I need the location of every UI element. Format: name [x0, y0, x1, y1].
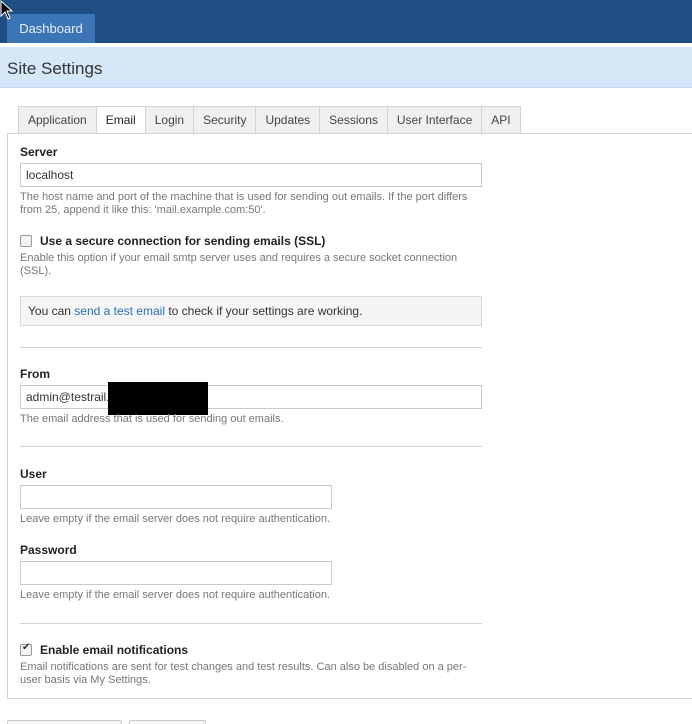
tab-email[interactable]: Email [96, 106, 146, 134]
server-help: The host name and port of the machine th… [20, 191, 468, 216]
redaction-box [108, 382, 208, 415]
page-title: Site Settings [7, 59, 103, 78]
mouse-cursor-icon [0, 0, 14, 20]
tab-user-interface[interactable]: User Interface [387, 106, 483, 134]
page-header: Site Settings [0, 47, 692, 88]
user-label: User [20, 467, 47, 481]
user-help: Leave empty if the email server does not… [20, 513, 331, 525]
password-label: Password [20, 543, 77, 557]
tab-application[interactable]: Application [18, 106, 97, 134]
server-label: Server [20, 145, 58, 159]
topbar-divider [0, 43, 692, 45]
cancel-button[interactable] [129, 720, 206, 724]
top-navigation-bar [0, 0, 692, 43]
notice-suffix: to check if your settings are working. [164, 304, 363, 318]
divider [20, 347, 482, 348]
password-help: Leave empty if the email server does not… [20, 589, 331, 601]
user-input[interactable] [20, 485, 332, 509]
ssl-label: Use a secure connection for sending emai… [40, 234, 326, 248]
server-input[interactable]: localhost [20, 163, 482, 187]
notice-prefix: You can [28, 304, 75, 318]
save-settings-button[interactable] [7, 720, 122, 724]
tab-login[interactable]: Login [145, 106, 195, 134]
from-label: From [20, 367, 50, 381]
password-input[interactable] [20, 561, 332, 585]
notifications-help: Email notifications are sent for test ch… [20, 661, 467, 686]
divider [20, 623, 482, 624]
notifications-label: Enable email notifications [40, 643, 189, 657]
settings-tabs: Application Email Login Security Updates… [18, 106, 521, 134]
test-email-notice: You can send a test email to check if yo… [20, 296, 482, 326]
from-help: The email address that is used for sendi… [20, 413, 284, 425]
tab-api[interactable]: API [482, 106, 521, 134]
send-test-email-link[interactable]: send a test email [74, 304, 165, 318]
tab-sessions[interactable]: Sessions [320, 106, 388, 134]
divider [20, 446, 482, 447]
tab-security[interactable]: Security [194, 106, 257, 134]
ssl-help: Enable this option if your email smtp se… [20, 252, 458, 277]
from-input[interactable]: admin@testrail. [20, 385, 482, 409]
dashboard-tab[interactable]: Dashboard [7, 14, 95, 43]
notifications-checkbox[interactable] [20, 642, 32, 656]
tab-updates[interactable]: Updates [256, 106, 321, 134]
ssl-checkbox[interactable] [20, 235, 32, 247]
